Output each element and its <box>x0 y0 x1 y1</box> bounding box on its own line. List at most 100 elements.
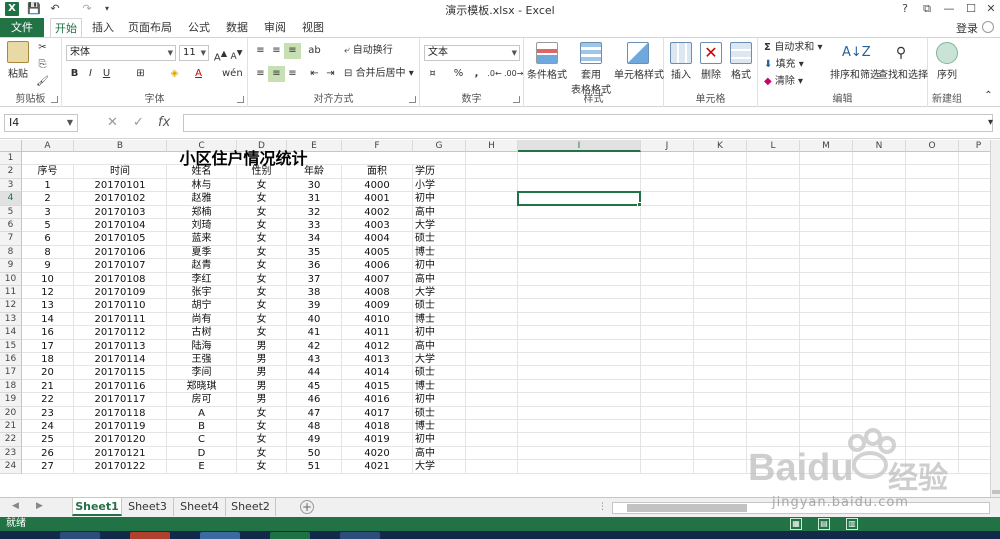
select-all-corner[interactable] <box>0 140 22 152</box>
cell[interactable] <box>518 232 641 246</box>
cell[interactable] <box>466 353 518 367</box>
cell[interactable] <box>518 205 641 219</box>
cell[interactable] <box>800 460 853 474</box>
tab-file[interactable]: 文件 <box>0 18 44 37</box>
row-header[interactable]: 11 <box>0 286 22 300</box>
column-header-f[interactable]: F <box>342 140 413 152</box>
cell[interactable] <box>853 353 906 367</box>
data-cell[interactable]: 4016 <box>342 393 413 407</box>
cell[interactable] <box>747 420 800 434</box>
cell[interactable] <box>800 259 853 273</box>
cell[interactable] <box>518 272 641 286</box>
data-cell[interactable]: 男 <box>237 379 287 394</box>
align-middle-icon[interactable]: ≡ <box>268 43 285 59</box>
cell[interactable] <box>959 460 990 474</box>
data-cell[interactable]: 博士 <box>413 245 466 260</box>
cell[interactable] <box>641 366 694 380</box>
cell[interactable] <box>959 353 990 367</box>
data-cell[interactable]: 高中 <box>413 339 466 353</box>
page-layout-view-icon[interactable]: ▤ <box>818 518 830 530</box>
ribbon-display-button[interactable]: ⧉ <box>916 1 938 17</box>
data-cell[interactable]: 12 <box>22 286 74 300</box>
data-cell[interactable]: 陆海 <box>167 339 237 353</box>
cell[interactable] <box>694 299 747 313</box>
sequence-button[interactable]: 序列 <box>930 42 964 81</box>
data-cell[interactable]: 21 <box>22 379 74 394</box>
login-link[interactable]: 登录 <box>956 20 978 36</box>
data-cell[interactable]: 4017 <box>342 406 413 420</box>
data-cell[interactable]: D <box>167 446 237 461</box>
cell[interactable] <box>641 433 694 447</box>
cell[interactable] <box>694 232 747 246</box>
row-header[interactable]: 3 <box>0 178 22 193</box>
data-cell[interactable]: 20170120 <box>74 433 167 447</box>
data-cell[interactable]: 39 <box>287 299 342 313</box>
cell[interactable] <box>853 205 906 219</box>
data-cell[interactable]: 20170116 <box>74 379 167 394</box>
cell[interactable] <box>906 165 959 179</box>
data-cell[interactable]: 4014 <box>342 366 413 380</box>
cell[interactable] <box>800 178 853 193</box>
data-cell[interactable]: 4018 <box>342 420 413 434</box>
delete-cells-button[interactable]: ✕ 删除 <box>696 42 726 81</box>
cell[interactable] <box>466 205 518 219</box>
cell[interactable] <box>694 259 747 273</box>
data-cell[interactable]: 高中 <box>413 446 466 461</box>
cell[interactable] <box>518 420 641 434</box>
row-header[interactable]: 20 <box>0 406 22 420</box>
cell[interactable] <box>694 152 747 166</box>
cell[interactable] <box>466 326 518 340</box>
data-cell[interactable]: 31 <box>287 192 342 206</box>
align-right-icon[interactable]: ≡ <box>284 66 301 82</box>
cell[interactable] <box>694 460 747 474</box>
cell[interactable] <box>906 446 959 461</box>
cell[interactable] <box>906 433 959 447</box>
row-header[interactable]: 2 <box>0 165 22 179</box>
active-cell-selection[interactable] <box>517 191 642 207</box>
data-cell[interactable]: 4008 <box>342 286 413 300</box>
sheet-tab-sheet2[interactable]: Sheet2 <box>226 498 276 516</box>
data-cell[interactable]: 女 <box>237 178 287 193</box>
column-header-m[interactable]: M <box>800 140 853 152</box>
column-header-n[interactable]: N <box>853 140 906 152</box>
data-cell[interactable]: 20170110 <box>74 299 167 313</box>
data-cell[interactable]: 4004 <box>342 232 413 246</box>
data-cell[interactable]: 林与 <box>167 178 237 193</box>
cell[interactable] <box>694 286 747 300</box>
cell[interactable] <box>747 460 800 474</box>
help-button[interactable]: ? <box>894 1 916 17</box>
cell[interactable] <box>747 312 800 327</box>
cell[interactable] <box>518 286 641 300</box>
data-cell[interactable]: 李间 <box>167 366 237 380</box>
cell[interactable] <box>906 420 959 434</box>
data-cell[interactable]: 4021 <box>342 460 413 474</box>
cell[interactable] <box>853 192 906 206</box>
cell[interactable] <box>853 339 906 353</box>
cell[interactable] <box>906 178 959 193</box>
data-cell[interactable]: 硕士 <box>413 366 466 380</box>
cell[interactable] <box>641 299 694 313</box>
tab-data[interactable]: 数据 <box>222 18 252 37</box>
cell[interactable] <box>747 165 800 179</box>
enter-icon[interactable]: ✓ <box>133 115 144 130</box>
data-cell[interactable]: 4015 <box>342 379 413 394</box>
data-cell[interactable]: 48 <box>287 420 342 434</box>
cell[interactable] <box>641 286 694 300</box>
data-cell[interactable]: 50 <box>287 446 342 461</box>
column-header-h[interactable]: H <box>466 140 518 152</box>
cell[interactable] <box>906 299 959 313</box>
data-cell[interactable]: 郑晓琪 <box>167 379 237 394</box>
orientation-icon[interactable]: ab <box>306 43 323 59</box>
data-cell[interactable]: 4003 <box>342 219 413 233</box>
minimize-button[interactable]: — <box>938 1 960 17</box>
cell[interactable] <box>853 446 906 461</box>
cell[interactable] <box>959 380 990 394</box>
data-cell[interactable]: 大学 <box>413 219 466 233</box>
cell[interactable] <box>906 379 959 394</box>
data-cell[interactable]: 20170122 <box>74 460 167 474</box>
sheet-tab-sheet3[interactable]: Sheet3 <box>122 498 174 516</box>
data-cell[interactable]: 20170107 <box>74 259 167 273</box>
cell[interactable] <box>641 339 694 353</box>
format-cells-button[interactable]: 格式 <box>726 42 756 81</box>
tab-insert[interactable]: 插入 <box>88 18 118 37</box>
